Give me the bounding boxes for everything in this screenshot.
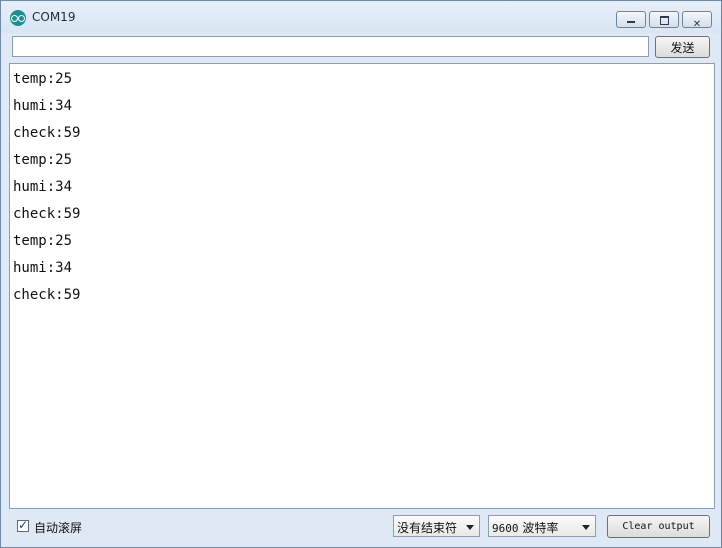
maximize-button[interactable] [649, 11, 679, 28]
baud-rate-select[interactable]: 9600 波特率 [488, 515, 596, 537]
send-input[interactable] [12, 36, 649, 57]
output-line: humi:34 [13, 179, 73, 195]
output-line: check:59 [13, 206, 81, 222]
output-line: temp:25 [13, 71, 73, 87]
title-bar[interactable]: COM19 ✕ [1, 1, 721, 33]
chevron-down-icon [466, 525, 474, 530]
serial-output[interactable]: temp:25 humi:34 check:59 temp:25 humi:34… [9, 63, 715, 509]
baud-rate-value: 9600 波特率 [492, 519, 558, 536]
autoscroll-checkbox[interactable]: ✓ [17, 518, 29, 532]
output-line: humi:34 [13, 260, 73, 276]
baud-rate-number: 9600 [492, 522, 519, 535]
minimize-icon [627, 21, 635, 23]
output-line: temp:25 [13, 233, 73, 249]
line-ending-select[interactable]: 没有结束符 [393, 515, 480, 537]
close-icon: ✕ [692, 19, 702, 30]
output-line: temp:25 [13, 152, 73, 168]
close-button[interactable]: ✕ [682, 11, 712, 30]
status-bar: ✓ 自动滚屏 没有结束符 9600 波特率 Clear output [1, 511, 721, 547]
chevron-down-icon [582, 525, 590, 530]
arduino-icon [10, 10, 26, 26]
window-title: COM19 [32, 10, 76, 24]
send-button[interactable]: 发送 [655, 36, 710, 58]
checkmark-icon: ✓ [18, 518, 29, 532]
maximize-icon [660, 16, 669, 25]
output-line: check:59 [13, 287, 81, 303]
output-line: humi:34 [13, 98, 73, 114]
baud-rate-unit: 波特率 [522, 521, 559, 535]
output-line: check:59 [13, 125, 81, 141]
autoscroll-label: 自动滚屏 [34, 521, 83, 535]
clear-output-button[interactable]: Clear output [607, 515, 710, 538]
minimize-button[interactable] [616, 11, 646, 28]
line-ending-value: 没有结束符 [397, 521, 458, 535]
serial-monitor-window: COM19 ✕ 发送 temp:25 humi:34 check:59 temp… [0, 0, 722, 548]
